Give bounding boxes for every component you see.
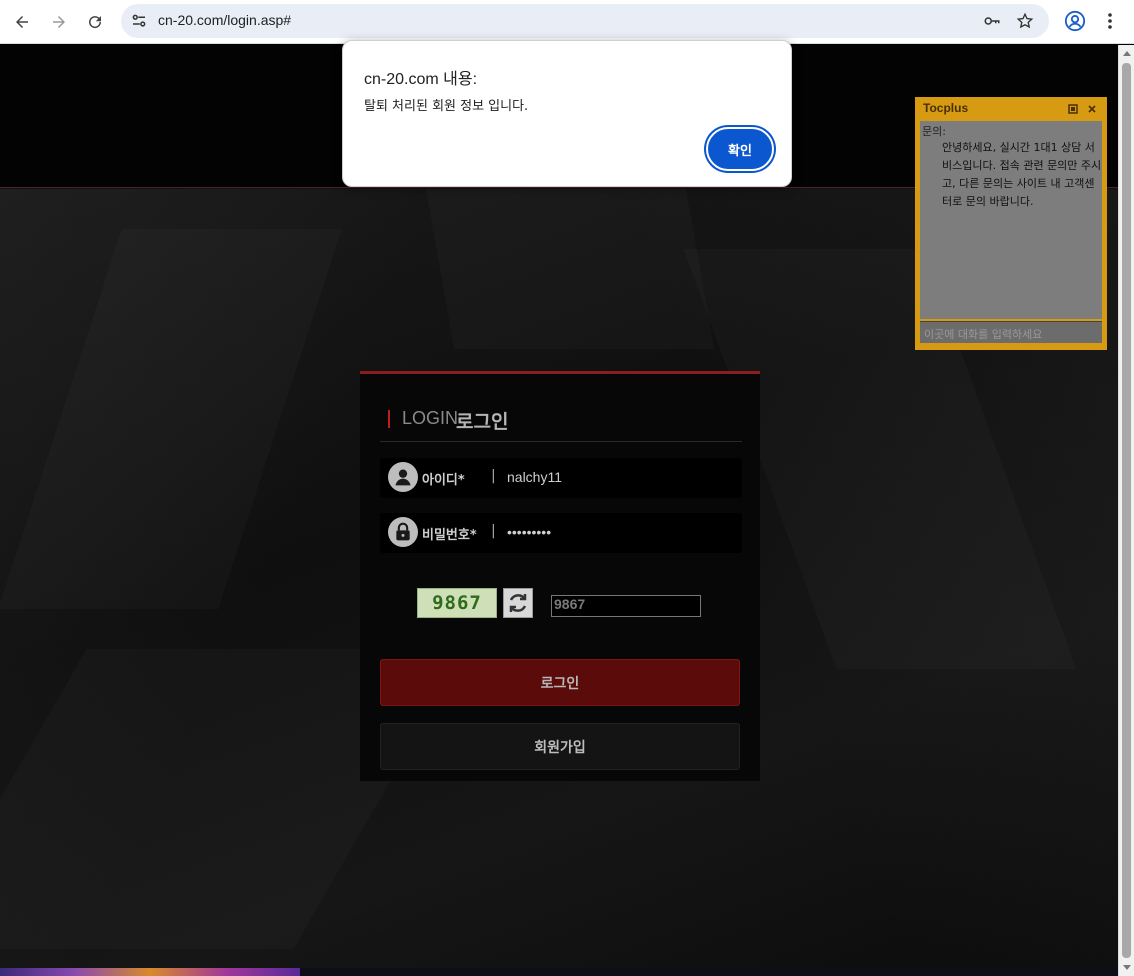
login-button[interactable]: 로그인 [380, 659, 740, 706]
login-title-en: LOGIN [402, 408, 459, 428]
alert-dialog: cn-20.com 내용: 탈퇴 처리된 회원 정보 입니다. 확인 [342, 40, 792, 187]
login-title: LOGIN 로그인 [380, 406, 742, 442]
lock-icon [388, 517, 418, 547]
id-input[interactable]: nalchy11 [507, 469, 562, 485]
scroll-thumb[interactable] [1122, 63, 1131, 958]
popout-icon[interactable] [1067, 103, 1079, 115]
signup-button[interactable]: 회원가입 [380, 723, 740, 770]
key-icon[interactable] [983, 12, 1001, 30]
chat-title: Tocplus [923, 101, 969, 115]
url-text[interactable]: cn-20.com/login.asp# [158, 12, 291, 28]
dialog-message: 탈퇴 처리된 회원 정보 입니다. [364, 99, 529, 114]
arrow-left-icon [16, 16, 28, 28]
captcha-refresh-button[interactable] [503, 588, 533, 618]
close-icon[interactable] [1086, 103, 1098, 115]
dialog-ok-button[interactable]: 확인 [706, 127, 774, 171]
chat-messages: 문의: 안녕하세요, 실시간 1대1 상담 서비스입니다. 접속 관련 문의만 … [920, 121, 1102, 319]
chat-input[interactable]: 이곳에 대화를 입력하세요 [920, 321, 1102, 343]
scroll-down-icon[interactable] [1123, 965, 1131, 970]
reload-icon [89, 16, 102, 29]
password-input[interactable]: ••••••••• [507, 524, 551, 540]
password-field[interactable]: 비밀번호* | ••••••••• [380, 513, 742, 553]
arrow-right-icon [53, 16, 65, 28]
forward-button[interactable] [47, 10, 71, 34]
user-icon [388, 462, 418, 492]
title-accent-bar [388, 410, 390, 428]
refresh-icon [509, 594, 527, 612]
kebab-menu-icon[interactable] [1102, 10, 1118, 32]
address-bar[interactable]: cn-20.com/login.asp# [121, 4, 1049, 38]
captcha-image: 9867 [417, 588, 497, 618]
back-button[interactable] [10, 10, 34, 34]
id-field[interactable]: 아이디* | nalchy11 [380, 458, 742, 498]
page-scrollbar[interactable] [1118, 45, 1134, 976]
field-separator: | [491, 523, 496, 539]
scroll-up-icon[interactable] [1123, 51, 1131, 56]
login-panel: LOGIN 로그인 아이디* | nalchy11 비밀번호* | ••••••… [360, 371, 760, 781]
dialog-title: cn-20.com 내용: [364, 71, 478, 88]
chat-widget: Tocplus 문의: 안녕하세요, 실시간 1대1 상담 서비스입니다. 접속… [915, 97, 1107, 350]
bg-shard [426, 189, 714, 349]
star-icon[interactable] [1016, 12, 1034, 30]
chat-message: 안녕하세요, 실시간 1대1 상담 서비스입니다. 접속 관련 문의만 주시고,… [942, 141, 1102, 208]
reload-button[interactable] [83, 10, 107, 34]
chat-sender: 문의: [922, 125, 946, 138]
password-label: 비밀번호* [422, 528, 477, 543]
id-label: 아이디* [422, 473, 465, 488]
captcha-input[interactable]: 9867 [551, 595, 701, 617]
taskbar-wallpaper [0, 968, 300, 976]
bg-shard [0, 229, 342, 609]
account-icon[interactable] [1064, 10, 1086, 32]
login-title-ko: 로그인 [456, 411, 509, 433]
tune-icon[interactable] [130, 12, 148, 30]
browser-toolbar: cn-20.com/login.asp# [0, 0, 1134, 44]
field-separator: | [491, 468, 496, 484]
